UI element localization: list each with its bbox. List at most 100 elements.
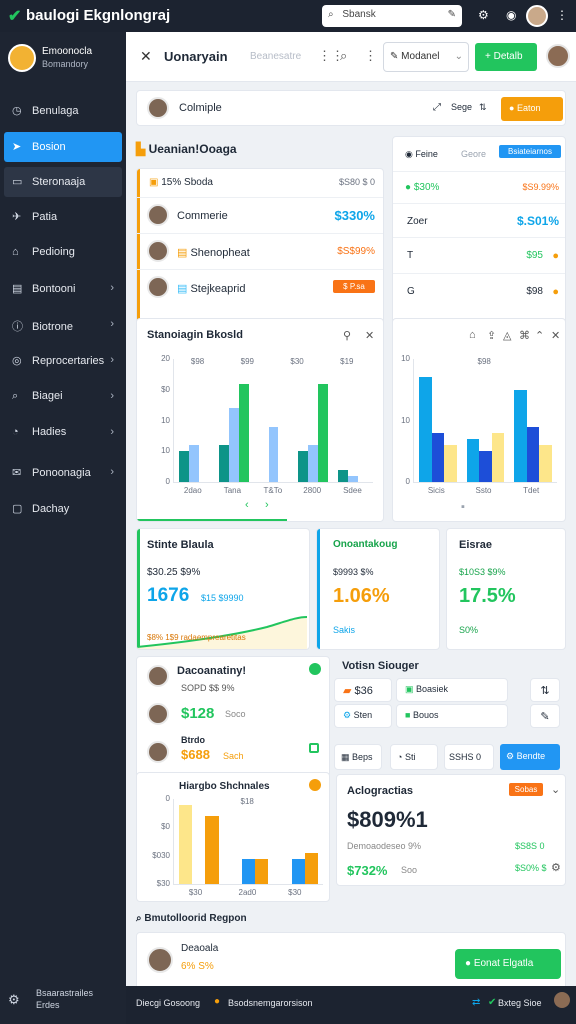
data-label: $18	[240, 797, 254, 806]
chevron-right-icon[interactable]: ›	[265, 499, 269, 511]
chevron-left-icon[interactable]: ‹	[245, 499, 249, 511]
stats-summary: ● $30% $S9.99%	[393, 171, 565, 207]
sort-icon[interactable]: ⇅	[479, 102, 487, 113]
panel-btn-2[interactable]: ◔ Sti	[390, 744, 438, 770]
y-tick-label: 0	[165, 477, 170, 486]
app-title: baulogi Ekgnlongraj	[26, 7, 171, 24]
pen-icon[interactable]: ✎	[448, 9, 456, 20]
chart-bar	[348, 475, 359, 482]
avatar	[147, 703, 169, 725]
home-icon[interactable]: ⌂	[469, 329, 476, 341]
panel-item[interactable]: ▣ Boasiek	[396, 678, 508, 702]
sidebar-item-11[interactable]: ▢ Dachay	[4, 494, 122, 524]
top-card-action[interactable]: Sege	[451, 102, 472, 112]
model-dropdown[interactable]: ✎ Modanel ⌄	[383, 42, 469, 72]
avatar[interactable]	[526, 5, 548, 27]
y-tick-label: 0	[165, 794, 170, 803]
search-icon[interactable]: ⌕	[340, 48, 347, 64]
sidebar-item-label: Dachay	[32, 503, 70, 515]
details-button[interactable]: + Detalb	[475, 43, 537, 71]
gear-icon[interactable]: ⚙	[551, 861, 561, 874]
panel-item-label: Bouos	[412, 710, 439, 720]
y-tick-label: 20	[161, 354, 170, 363]
panel-btn-4[interactable]: ⚙ Bendte	[500, 744, 560, 770]
chevron-down-icon[interactable]: ⌄	[551, 783, 560, 796]
coin-icon: ●	[552, 286, 559, 298]
x-tick-label: 2dao	[183, 486, 202, 495]
bell-icon[interactable]: ◬	[503, 329, 511, 342]
row-name: ▤ Stejkeaprid	[177, 282, 246, 295]
user-profile[interactable]: Emoonocla Bomandory	[8, 44, 120, 76]
list-card: Dacoanatiny! SOPD $$ 9% $128 Soco Btrdo …	[136, 656, 330, 778]
bottom-bar: Diecgi Gosoong ● Bsodsnemgarorsison ⇄ ✔ …	[126, 986, 576, 1024]
panel-item[interactable]: ■ Bouos	[396, 704, 508, 728]
settings-icon[interactable]: ⚙	[478, 8, 489, 22]
check-icon[interactable]: ✔	[488, 997, 496, 1008]
data-label: $19	[340, 357, 354, 366]
resize-icon[interactable]: ⤢	[433, 102, 441, 113]
panel-item-label: Boasiek	[416, 684, 449, 694]
y-tick-label: $0	[161, 822, 170, 832]
pager-icon[interactable]: ▪	[461, 501, 465, 513]
arrows-icon[interactable]: ⇅	[530, 678, 560, 702]
close-icon[interactable]: ✕	[365, 329, 374, 342]
sidebar-item-10[interactable]: ✉ Ponoonagia ›	[4, 458, 122, 488]
sidebar-item-2[interactable]: ▭ Steronaaja	[4, 167, 122, 197]
square-icon: ■	[405, 710, 413, 720]
x-tick-label: $30	[288, 888, 302, 897]
top-card-button[interactable]: ● Eaton	[501, 97, 563, 121]
chart-plot: Sicis Ssto Tdet 0 10 10 $98	[401, 354, 557, 495]
close-icon[interactable]: ✕	[551, 329, 560, 342]
sidebar-item-9[interactable]: ◔ Hadies ›	[4, 418, 122, 448]
page-header: ✕ Uonaryain Beanesatre ⋮⋮ ⌕ ⋮ ✎ Modanel ⌄…	[126, 32, 576, 82]
sidebar-item-7[interactable]: ◎ Reprocertaries ›	[4, 346, 122, 376]
more-icon[interactable]: ⋮	[556, 8, 568, 22]
panel-btn-3[interactable]: SSHS 0	[444, 744, 494, 770]
sidebar-item-3[interactable]: ✈ Patia	[4, 202, 122, 232]
sidebar-item-5[interactable]: ▤ Bontooni ›	[4, 274, 122, 304]
close-icon[interactable]: ✕	[140, 48, 152, 65]
table-row[interactable]: G $98 ●	[393, 273, 565, 309]
user-name: Emoonocla	[42, 46, 93, 57]
header-avatar[interactable]	[546, 44, 570, 68]
notification-icon[interactable]: ◉	[506, 8, 516, 22]
edit-icon[interactable]: ✎	[530, 704, 560, 728]
sidebar-item-0[interactable]: ◷ Benulaga	[4, 96, 122, 126]
report-card: Deaoala 6% S% ● Eonat Elgatla	[136, 932, 566, 986]
sidebar-item-label: Biotrone	[32, 321, 73, 333]
kpi-delta: $15 $9990	[201, 593, 244, 603]
share-icon[interactable]: ⇪	[487, 329, 496, 342]
table-row[interactable]: ▤ Stejkeaprid $ P.sa	[137, 269, 383, 305]
sidebar-item-8[interactable]: ⌕ Biagei ›	[4, 382, 122, 412]
sidebar-item-label: Steronaaja	[32, 176, 86, 188]
table-row[interactable]: T $95 ●	[393, 237, 565, 273]
y-tick-label: 0	[405, 477, 410, 486]
bottom-mid: Bsodsnemgarorsison	[228, 998, 313, 1008]
report-button[interactable]: ● Eonat Elgatla	[455, 949, 561, 979]
checkbox[interactable]	[309, 743, 319, 753]
pin-icon[interactable]: ⚲	[343, 329, 351, 342]
table-row[interactable]: Commerie $330%	[137, 197, 383, 233]
expand-icon[interactable]: ⌃	[535, 329, 544, 342]
link-icon[interactable]: ⌘	[519, 329, 530, 342]
people-card: ▣ 15% Sboda $S80 $ 0 Commerie $330% ▤ Sh…	[136, 168, 384, 340]
more-icon[interactable]: ⋮	[364, 48, 377, 64]
tab-1[interactable]: ◉ Feine	[405, 149, 438, 160]
sidebar-item-1[interactable]: ➤ Bosion	[4, 132, 122, 162]
sidebar-item-6[interactable]: ⓘ Biotrone ›	[4, 310, 122, 340]
sidebar-item-label: Biagei	[32, 390, 63, 402]
panel-item[interactable]: ▰ $36	[334, 678, 392, 702]
link-icon[interactable]: ⇄	[472, 997, 480, 1008]
panel-item[interactable]: ⚙ Sten	[334, 704, 392, 728]
tab-button[interactable]: Bsiateiarnos	[499, 145, 561, 158]
check-icon: ▣	[405, 684, 417, 694]
search-input[interactable]: ⌕ Sbansk ✎	[322, 5, 462, 27]
table-row[interactable]: ▤ Shenopheat $S$99%	[137, 233, 383, 269]
tab-2[interactable]: Geore	[461, 149, 486, 159]
avatar[interactable]	[554, 992, 570, 1008]
sidebar-item-4[interactable]: ⌂ Pedioing	[4, 238, 122, 268]
panel-btn-label: Beps	[352, 752, 373, 762]
row-name: ▤ Shenopheat	[177, 246, 250, 259]
panel-btn-1[interactable]: ▦ Beps	[334, 744, 382, 770]
table-row[interactable]: Zoer $.S01%	[393, 203, 565, 239]
